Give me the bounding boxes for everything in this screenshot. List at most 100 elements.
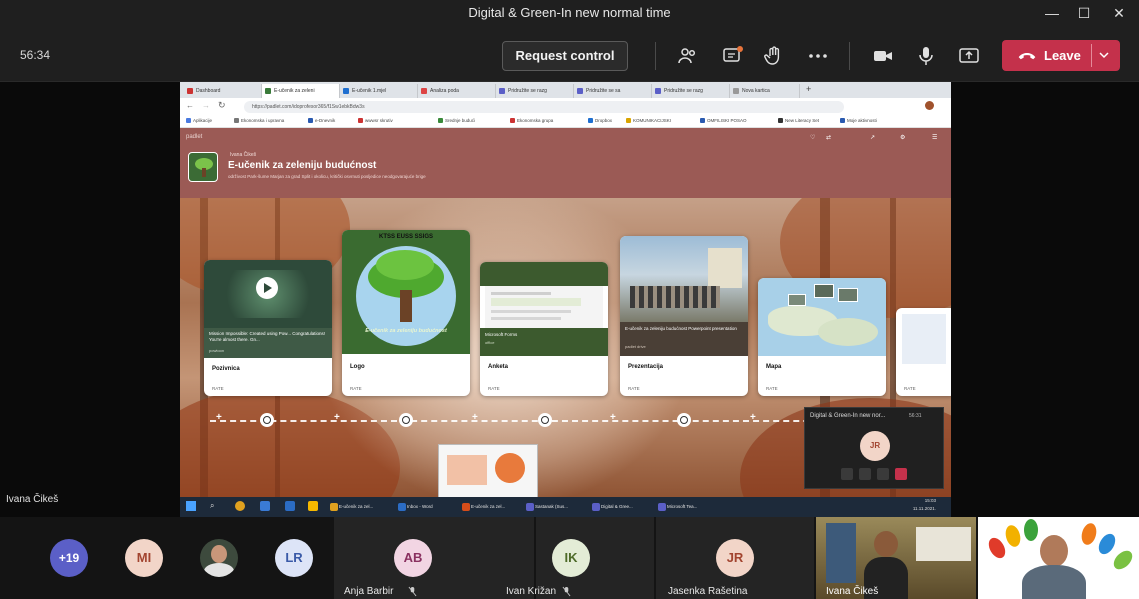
bookmark-item[interactable]: Moje aktivnosti — [840, 118, 877, 124]
overflow-participants-button[interactable]: +19 — [50, 539, 88, 577]
microphone-icon[interactable] — [914, 44, 938, 68]
browser-tab[interactable]: Dashboard — [184, 84, 262, 98]
browser-tab[interactable]: Pridružite se sa — [574, 84, 652, 98]
menu-icon[interactable]: ☰ — [932, 134, 937, 141]
meeting-timer: 56:34 — [20, 48, 51, 62]
taskbar-app[interactable]: Inbox - Word — [396, 500, 458, 514]
card-source: office — [485, 340, 495, 345]
share-icon[interactable] — [877, 468, 889, 480]
post-card-anketa[interactable]: Microsoft Forms office Anketa RATE — [480, 262, 608, 396]
play-icon[interactable] — [256, 277, 278, 299]
taskbar-app[interactable]: E-učenik za zel... — [328, 500, 392, 514]
taskbar-app[interactable]: E-učenik za zel... — [460, 500, 522, 514]
taskbar-app[interactable]: Microsoft Tea... — [656, 500, 718, 514]
bookmark-item[interactable]: Dropbox — [588, 118, 612, 124]
tab-favicon-icon — [187, 88, 193, 94]
raise-hand-icon[interactable] — [762, 44, 786, 68]
camera-icon[interactable] — [871, 44, 895, 68]
rate-label[interactable]: RATE — [628, 386, 640, 391]
new-tab-icon[interactable]: + — [806, 84, 811, 94]
remix-icon[interactable]: ⇄ — [826, 134, 831, 141]
chat-icon[interactable] — [721, 44, 745, 68]
bookmark-item[interactable]: KOMUNIKACIJSKI — [626, 118, 671, 124]
add-post-icon[interactable]: + — [216, 412, 222, 423]
rate-label[interactable]: RATE — [488, 386, 500, 391]
avatar[interactable]: LR — [275, 539, 313, 577]
rate-label[interactable]: RATE — [212, 386, 224, 391]
share-board-icon[interactable]: ↗ — [870, 134, 875, 141]
word-icon[interactable] — [285, 501, 295, 511]
add-post-icon[interactable]: + — [334, 412, 340, 423]
bookmark-item[interactable]: New Literacy Set — [778, 118, 819, 124]
participant-video-tile[interactable]: Ivana Čikeš — [816, 517, 976, 599]
participants-icon[interactable] — [676, 44, 700, 68]
logo-text-top: KTSS EUSS SSIGS — [378, 234, 433, 240]
bookmark-item[interactable]: Srednje budući — [438, 118, 475, 124]
edge-icon[interactable] — [260, 501, 270, 511]
bookmark-label: wwwsr skrutiv — [365, 118, 393, 123]
taskbar-app[interactable]: Digital & Gree... — [590, 500, 652, 514]
avatar: AB — [394, 539, 432, 577]
browser-tab[interactable]: Pridružite se razg — [652, 84, 730, 98]
back-icon[interactable]: ← — [186, 101, 194, 110]
tab-label: Pridružite se sa — [586, 88, 621, 94]
taskbar-app[interactable]: Sastanak (Sus... — [524, 500, 586, 514]
bookmark-item[interactable]: Aplikacije — [186, 118, 212, 124]
bookmark-item[interactable]: Ekonomska grupa — [510, 118, 553, 124]
share-icon[interactable] — [957, 44, 981, 68]
add-post-icon[interactable]: + — [472, 412, 478, 423]
tab-favicon-icon — [265, 88, 271, 94]
maximize-icon[interactable]: ☐ — [1070, 3, 1098, 23]
self-video-tile[interactable] — [978, 517, 1139, 599]
participant-tile[interactable]: AB Anja Barbir — [334, 517, 534, 599]
forward-icon[interactable]: → — [202, 101, 210, 110]
search-icon[interactable]: ⌕ — [210, 501, 214, 511]
request-control-button[interactable]: Request control — [502, 41, 628, 71]
avatar-photo[interactable] — [200, 539, 238, 577]
post-card-mapa[interactable]: Mapa RATE — [758, 278, 886, 396]
padlet-brand: padlet — [186, 134, 203, 140]
more-icon[interactable] — [806, 44, 830, 68]
taskbar-time: 15:03 — [924, 498, 936, 503]
participant-tile[interactable]: JR Jasenka Rašetina — [656, 517, 814, 599]
avatar[interactable]: MI — [125, 539, 163, 577]
add-post-icon[interactable]: + — [750, 412, 756, 423]
bookmark-item[interactable]: wwwsr skrutiv — [358, 118, 393, 124]
browser-tab[interactable]: E-učenik za zeleni — [262, 84, 340, 98]
mini-meeting-window[interactable]: Digital & Green-In new nor... 56:31 JR — [804, 407, 944, 489]
teams-icon — [658, 503, 666, 511]
url-field[interactable]: https://padlet.com/idoprofesor365/f1Sw1e… — [244, 101, 844, 113]
participant-tile[interactable]: IK Ivan Križan — [506, 517, 654, 599]
post-card-prezentacija[interactable]: E-učenik za zeleniju budućnost Powerpoin… — [620, 236, 748, 396]
leave-button[interactable]: Leave — [1002, 40, 1120, 71]
chevron-down-icon[interactable] — [1098, 51, 1110, 60]
hang-up-icon[interactable] — [895, 468, 907, 480]
rate-label[interactable]: RATE — [350, 386, 362, 391]
post-card-pozivnica[interactable]: Mission Impossible: Created using Pow...… — [204, 260, 332, 396]
bookmark-icon — [438, 118, 443, 124]
bookmark-item[interactable]: OMFILISKI POSAO — [700, 118, 747, 124]
bookmark-item[interactable]: Ekonomska i upravna — [234, 118, 284, 124]
settings-gear-icon[interactable]: ⚙ — [900, 134, 905, 141]
browser-tab[interactable]: Pridružite se razg — [496, 84, 574, 98]
minimize-icon[interactable]: — — [1038, 3, 1066, 23]
browser-tab[interactable]: Nova kartica — [730, 84, 800, 98]
rate-label[interactable]: RATE — [766, 386, 778, 391]
profile-avatar[interactable] — [925, 101, 934, 110]
post-card-partial[interactable]: RATE — [896, 308, 951, 396]
windows-start-icon[interactable] — [186, 501, 196, 511]
like-icon[interactable]: ♡ — [810, 134, 815, 141]
post-card-logo[interactable]: KTSS EUSS SSIGS E-učenik za zeleniju bud… — [342, 230, 470, 396]
browser-tab[interactable]: E-učenik 1.mjel — [340, 84, 418, 98]
browser-tab[interactable]: Analiza poda — [418, 84, 496, 98]
microphone-icon[interactable] — [859, 468, 871, 480]
close-icon[interactable]: ✕ — [1105, 3, 1133, 23]
rate-label[interactable]: RATE — [904, 386, 916, 391]
camera-icon[interactable] — [841, 468, 853, 480]
meeting-toolbar: 56:34 Request control Leave — [0, 26, 1139, 82]
bookmark-item[interactable]: e-Dnevnik — [308, 118, 335, 124]
add-post-icon[interactable]: + — [610, 412, 616, 423]
explorer-icon[interactable] — [308, 501, 318, 511]
reload-icon[interactable]: ↻ — [218, 100, 226, 111]
chrome-icon[interactable] — [235, 501, 245, 511]
